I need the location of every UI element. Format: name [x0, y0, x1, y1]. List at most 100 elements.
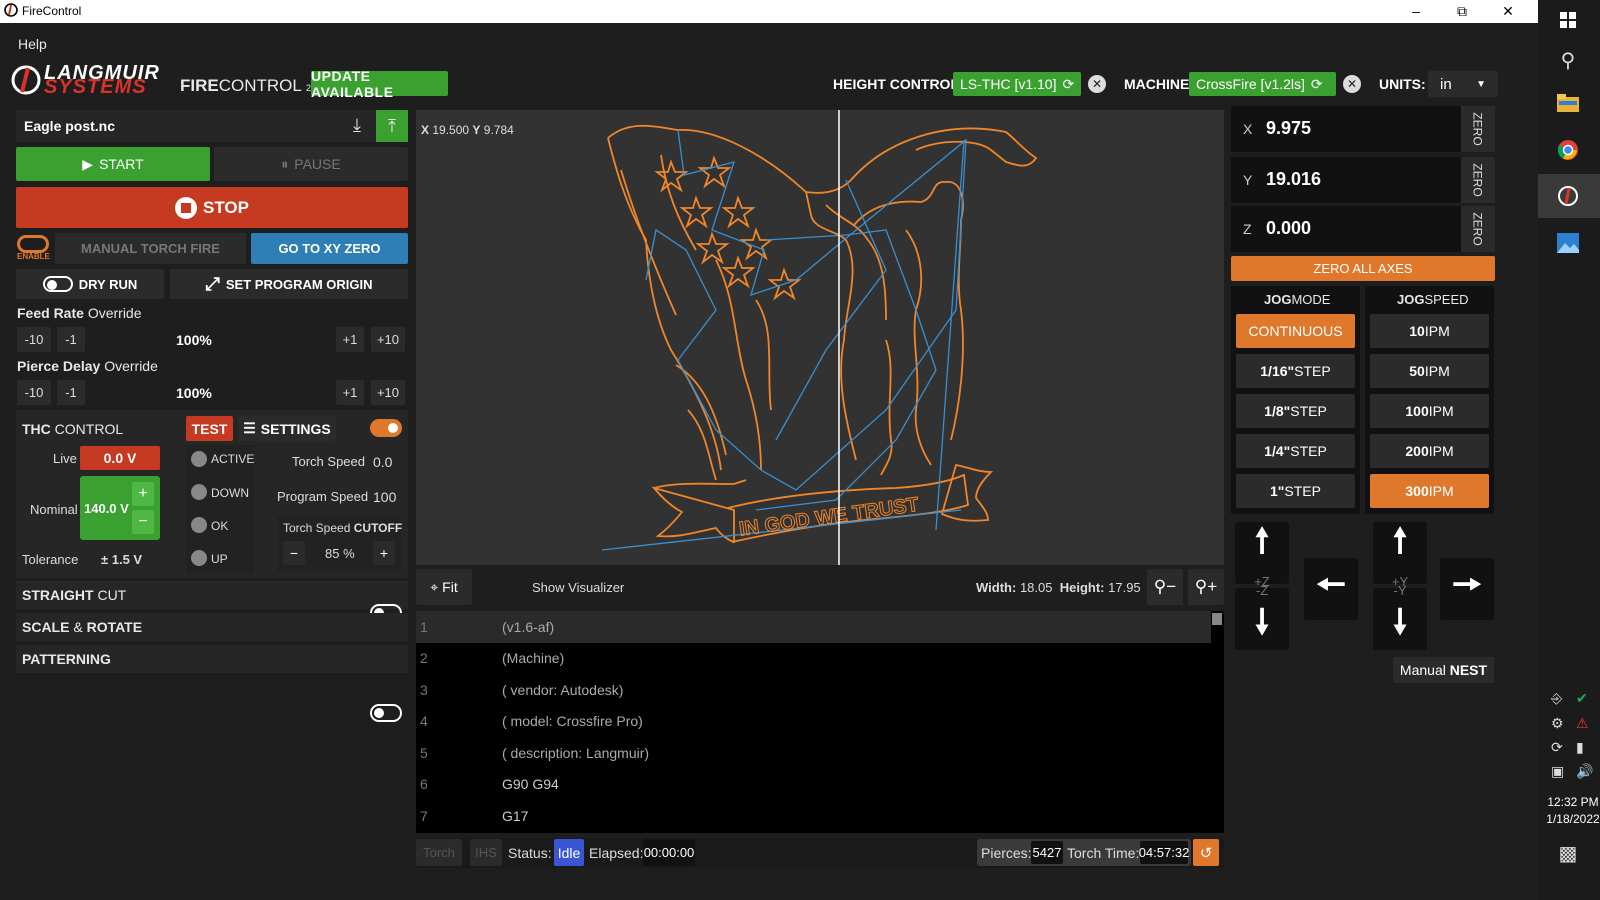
gcode-line[interactable]: 5 ( description: Langmuir) — [416, 737, 1211, 769]
firecontrol-taskbar-icon[interactable] — [1553, 181, 1583, 211]
nominal-plus-button[interactable]: + — [132, 482, 154, 506]
jog-mode-button[interactable]: 1/8" STEP — [1236, 394, 1355, 428]
security-shield-icon[interactable]: ✔ — [1576, 690, 1588, 707]
units-dropdown[interactable]: in ▼ — [1428, 71, 1498, 97]
pierce-plus-1-button[interactable]: +1 — [336, 380, 364, 405]
gcode-editor[interactable]: 1 (v1.6-af) 2 (Machine) 3 ( vendor: Autodesk)… — [416, 611, 1224, 833]
refresh-icon[interactable]: ⟳ — [1311, 76, 1323, 93]
pause-button[interactable]: ⏸ PAUSE — [214, 147, 408, 181]
toolpath-visualizer[interactable]: X 19.500 Y 9.784 IN GOD WE TRUST — [416, 110, 1224, 565]
jog-plus-z-button[interactable]: 🠕 +Z — [1235, 522, 1289, 589]
height-value: 17.95 — [1108, 580, 1141, 595]
jog-speed-button[interactable]: 300 IPM — [1370, 474, 1489, 508]
start-button[interactable]: ▶ START — [16, 147, 210, 181]
jog-plus-x-button[interactable]: 🠖 — [1440, 558, 1494, 620]
search-icon[interactable]: ⚲ — [1553, 45, 1583, 75]
fit-button[interactable]: ⌖ Fit — [416, 569, 472, 605]
zoom-in-icon[interactable]: ⚲+ — [1188, 569, 1224, 605]
clock-time[interactable]: 12:32 PM — [1546, 795, 1600, 809]
jog-mode-button[interactable]: 1" STEP — [1236, 474, 1355, 508]
menu-help[interactable]: Help — [18, 36, 47, 52]
disconnect-height-control-icon[interactable]: ✕ — [1088, 75, 1106, 93]
arrow-up-icon: 🠕 — [1254, 522, 1270, 560]
upload-icon[interactable]: ⤒ — [376, 110, 408, 142]
feed-minus-1-button[interactable]: -1 — [57, 327, 85, 352]
jog-speed-button[interactable]: 50 IPM — [1370, 354, 1489, 388]
pierce-plus-10-button[interactable]: +10 — [371, 380, 405, 405]
refresh-icon[interactable]: ⟳ — [1062, 76, 1074, 93]
network-icon[interactable]: ▣ — [1551, 763, 1564, 780]
pierce-minus-1-button[interactable]: -1 — [57, 380, 85, 405]
reset-torch-stats-icon[interactable]: ↺ — [1193, 839, 1219, 866]
jog-plus-y-button[interactable]: 🠕 +Y — [1373, 522, 1427, 589]
jog-mode-button[interactable]: 1/16" STEP — [1236, 354, 1355, 388]
clock-date[interactable]: 1/18/2022 — [1546, 812, 1600, 826]
jog-speed-button[interactable]: 200 IPM — [1370, 434, 1489, 468]
jog-mode-title: JOGMODE — [1264, 292, 1330, 307]
zero-y-button[interactable]: ZERO — [1461, 157, 1495, 203]
thc-settings-button[interactable]: ☰ SETTINGS — [238, 416, 336, 441]
photos-icon[interactable] — [1553, 228, 1583, 258]
disconnect-machine-icon[interactable]: ✕ — [1343, 75, 1361, 93]
tray-sync-icon[interactable]: ⟳ — [1551, 739, 1563, 756]
jog-minus-y-button[interactable]: -Y 🠗 — [1373, 583, 1427, 650]
jog-speed-button[interactable]: 100 IPM — [1370, 394, 1489, 428]
set-program-origin-button[interactable]: ⤢ SET PROGRAM ORIGIN — [170, 269, 408, 299]
volume-icon[interactable]: 🔊 — [1576, 763, 1593, 780]
gcode-line[interactable]: 2 (Machine) — [416, 643, 1211, 675]
status-label: Status: — [508, 845, 552, 861]
download-icon[interactable]: ⤓ — [353, 115, 361, 136]
manual-torch-fire-button[interactable]: MANUAL TORCH FIRE — [55, 233, 246, 264]
jog-speed-value: 50 — [1409, 363, 1425, 379]
jog-minus-z-button[interactable]: -Z 🠗 — [1235, 583, 1289, 650]
gcode-line[interactable]: 4 ( model: Crossfire Pro) — [416, 706, 1211, 738]
cutoff-label-bold: CUTOFF — [353, 521, 403, 535]
jog-mode-button[interactable]: 1/4" STEP — [1236, 434, 1355, 468]
feed-plus-10-button[interactable]: +10 — [371, 327, 405, 352]
dry-run-toggle[interactable] — [42, 276, 73, 292]
tray-app-icon[interactable]: ⚙ — [1551, 715, 1564, 732]
tray-alert-icon[interactable]: ⚠ — [1576, 715, 1589, 732]
gcode-line[interactable]: 6 G90 G94 — [416, 769, 1211, 801]
thc-test-button[interactable]: TEST — [186, 416, 233, 441]
cutoff-minus-button[interactable]: − — [283, 541, 305, 565]
windows-start-icon[interactable] — [1553, 5, 1583, 35]
zero-all-axes-button[interactable]: ZERO ALL AXES — [1231, 256, 1495, 281]
torch-enable-toggle[interactable] — [17, 235, 49, 253]
feed-minus-10-button[interactable]: -10 — [17, 327, 51, 352]
stop-button[interactable]: STOP — [16, 187, 408, 228]
manual-nest-button[interactable]: Manual NEST — [1393, 657, 1494, 683]
thc-enable-toggle[interactable] — [370, 419, 402, 437]
jog-mode-button[interactable]: CONTINUOUS — [1236, 314, 1355, 348]
notifications-icon[interactable]: ▩ — [1553, 838, 1583, 868]
zero-z-button[interactable]: ZERO — [1461, 206, 1495, 252]
minimize-button[interactable]: – — [1393, 0, 1439, 23]
update-available-button[interactable]: UPDATE AVAILABLE — [311, 68, 448, 100]
battery-icon[interactable]: ▮ — [1576, 739, 1584, 756]
jog-speed-button[interactable]: 10 IPM — [1370, 314, 1489, 348]
zoom-out-icon[interactable]: ⚲− — [1147, 569, 1183, 605]
file-explorer-icon[interactable] — [1553, 88, 1583, 118]
zero-x-label: ZERO — [1471, 112, 1485, 146]
maximize-button[interactable]: ⧉ — [1439, 0, 1485, 23]
dry-run-button[interactable]: DRY RUN — [16, 269, 164, 299]
patterning-label: PATTERNING — [22, 651, 111, 667]
nominal-minus-button[interactable]: − — [132, 510, 154, 534]
chrome-icon[interactable] — [1553, 135, 1583, 165]
machine-selector[interactable]: CrossFire [v1.2ls] ⟳ — [1189, 72, 1336, 96]
zero-x-button[interactable]: ZERO — [1461, 106, 1495, 152]
feed-plus-1-button[interactable]: +1 — [336, 327, 364, 352]
close-button[interactable]: ✕ — [1485, 0, 1531, 23]
pierce-minus-10-button[interactable]: -10 — [17, 380, 51, 405]
people-icon[interactable]: ⎆ — [1551, 690, 1562, 707]
height-control-selector[interactable]: LS-THC [v1.10] ⟳ — [953, 72, 1081, 96]
gcode-line[interactable]: 3 ( vendor: Autodesk) — [416, 674, 1211, 706]
cutoff-plus-button[interactable]: + — [373, 541, 395, 565]
patterning-toggle[interactable] — [370, 704, 402, 722]
jog-minus-x-button[interactable]: 🠔 — [1304, 558, 1358, 620]
gcode-scrollbar[interactable] — [1212, 613, 1222, 625]
go-to-xy-zero-button[interactable]: GO TO XY ZERO — [251, 233, 408, 264]
gcode-line[interactable]: 1 (v1.6-af) — [416, 611, 1211, 643]
jog-speed-unit: IPM — [1428, 483, 1454, 499]
gcode-line[interactable]: 7 G17 — [416, 800, 1211, 832]
